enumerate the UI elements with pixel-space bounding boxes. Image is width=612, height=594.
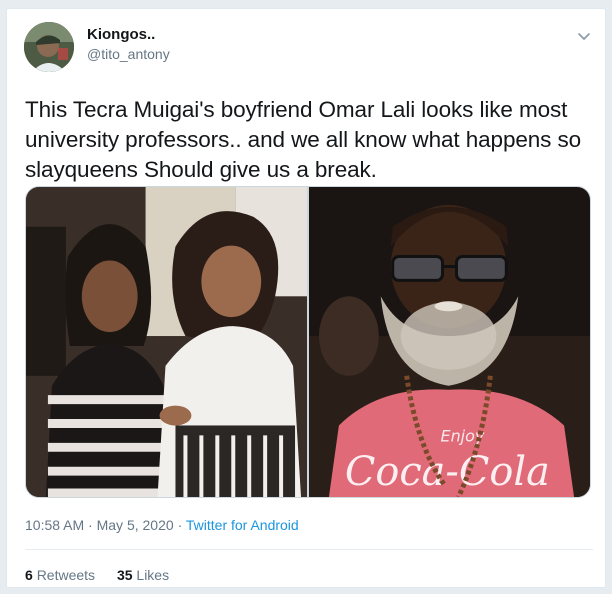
meta-separator: · — [88, 517, 93, 533]
tweet-source-link[interactable]: Twitter for Android — [186, 517, 299, 533]
tweet-date[interactable]: May 5, 2020 — [97, 517, 174, 533]
display-name[interactable]: Kiongos.. — [87, 26, 155, 43]
shirt-text-enjoy: Enjoy — [441, 426, 485, 445]
shirt-text-logo: Coca-Cola — [345, 449, 550, 495]
tweet-card: Kiongos.. @tito_antony This Tecra Muigai… — [6, 8, 606, 588]
meta-separator: · — [177, 517, 183, 533]
photo-bearded-man-icon: Enjoy Coca-Cola — [309, 187, 590, 497]
retweets-stat[interactable]: 6 Retweets — [25, 567, 99, 583]
tweet-meta: 10:58 AM · May 5, 2020 · Twitter for And… — [25, 517, 299, 533]
user-handle[interactable]: @tito_antony — [87, 46, 170, 62]
photo-right[interactable]: Enjoy Coca-Cola — [309, 187, 590, 497]
retweets-label: Retweets — [36, 567, 96, 583]
avatar-photo-icon — [24, 22, 74, 72]
chevron-down-icon[interactable] — [575, 27, 593, 45]
tweet-text: This Tecra Muigai's boyfriend Omar Lali … — [25, 97, 582, 182]
tweet-time[interactable]: 10:58 AM — [25, 517, 84, 533]
tweet-stats: 6 Retweets 35 Likes — [25, 567, 187, 583]
photo-left[interactable] — [26, 187, 307, 497]
photo-two-women-icon — [26, 187, 307, 497]
likes-count: 35 — [116, 567, 133, 583]
likes-stat[interactable]: 35 Likes — [117, 567, 169, 583]
avatar[interactable] — [24, 22, 74, 72]
tweet-media: Enjoy Coca-Cola — [25, 186, 591, 498]
retweets-count: 6 — [25, 567, 33, 583]
divider — [25, 549, 593, 550]
likes-label: Likes — [136, 567, 170, 583]
